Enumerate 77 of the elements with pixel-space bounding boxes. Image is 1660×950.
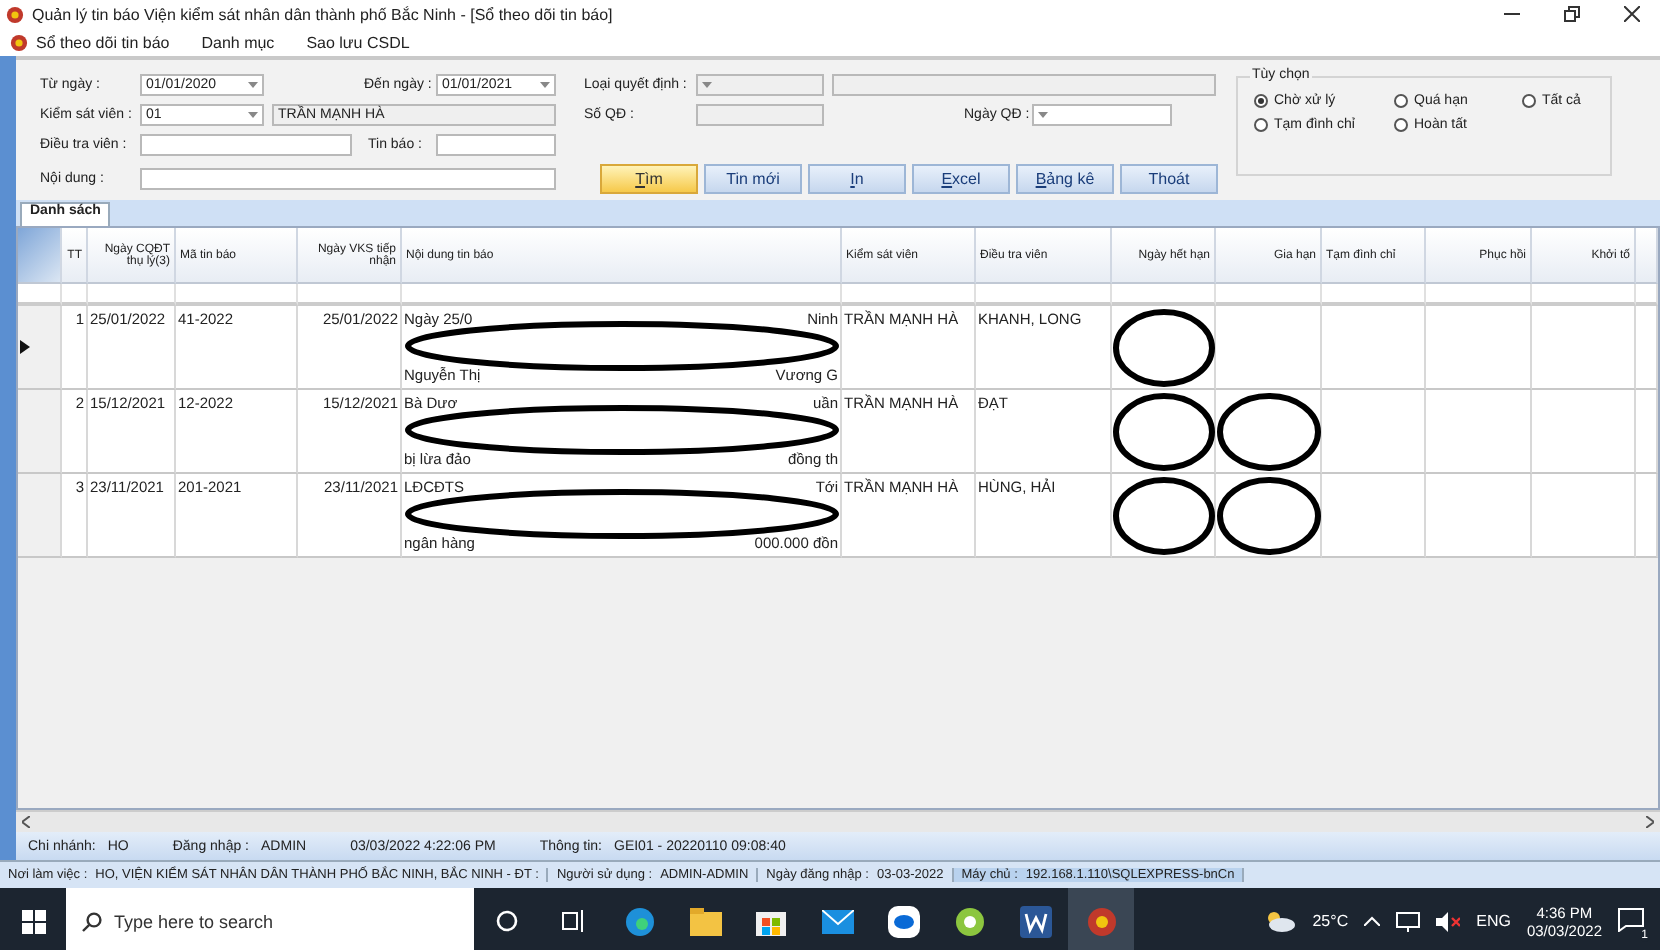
row-header-cell[interactable] xyxy=(18,390,62,474)
mail-icon[interactable] xyxy=(821,909,853,933)
dropdown-caret-icon xyxy=(248,112,258,118)
scroll-left-icon[interactable] xyxy=(22,816,30,828)
filter-cell[interactable] xyxy=(1112,284,1216,306)
input-field[interactable] xyxy=(436,134,556,156)
language-indicator[interactable]: ENG xyxy=(1476,912,1511,930)
chat-app-icon[interactable] xyxy=(887,905,919,937)
ring-app-icon[interactable] xyxy=(953,905,985,937)
table-cell xyxy=(1426,390,1532,474)
filter-cell[interactable] xyxy=(62,284,88,306)
dropdown-caret-icon xyxy=(1038,112,1048,118)
action-button[interactable]: In xyxy=(808,163,906,193)
weather-temperature[interactable]: 25°C xyxy=(1312,912,1349,930)
row-header-cell[interactable] xyxy=(18,474,62,558)
action-button[interactable]: Bảng kê xyxy=(1016,163,1114,193)
filter-cell[interactable] xyxy=(88,284,176,306)
header-cell xyxy=(1636,228,1658,284)
dropdown-field[interactable] xyxy=(696,74,824,96)
windows-start-icon[interactable] xyxy=(21,909,45,933)
table-cell xyxy=(1532,306,1636,390)
filter-cell[interactable] xyxy=(402,284,842,306)
table-cell xyxy=(1636,474,1658,558)
table-cell xyxy=(1532,474,1636,558)
filter-cell[interactable] xyxy=(1532,284,1636,306)
input-field[interactable] xyxy=(696,104,824,126)
window-title: Quản lý tin báo Viện kiểm sát nhân dân thành phố Bắc Ninh - [Sổ theo dõi tin báo] xyxy=(32,5,615,23)
action-button[interactable]: Thoát xyxy=(1120,163,1218,193)
header-corner xyxy=(18,228,62,284)
dropdown-caret-icon xyxy=(248,82,258,88)
filter-cell[interactable] xyxy=(176,284,298,306)
input-field[interactable] xyxy=(140,167,556,189)
dropdown-caret-icon xyxy=(702,82,712,88)
notification-icon[interactable] xyxy=(1618,907,1644,931)
filter-cell[interactable] xyxy=(1216,284,1322,306)
row-header-cell[interactable] xyxy=(18,306,62,390)
store-icon[interactable] xyxy=(756,906,786,936)
taskbar-button[interactable] xyxy=(1068,888,1134,950)
menu-item[interactable]: Sổ theo dõi tin báo xyxy=(36,33,170,51)
scroll-right-icon[interactable] xyxy=(1646,816,1654,828)
filter-cell[interactable] xyxy=(298,284,402,306)
taskbar-search-field[interactable]: Type here to search xyxy=(66,888,474,950)
app-emblem-icon xyxy=(1085,905,1117,937)
table-cell xyxy=(1636,390,1658,474)
filter-cell[interactable] xyxy=(1322,284,1426,306)
menu-item[interactable]: Sao lưu CSDL xyxy=(306,33,410,51)
cloud-icon[interactable] xyxy=(1264,910,1297,932)
dropdown-field[interactable] xyxy=(1032,104,1172,126)
filter-cell[interactable] xyxy=(1426,284,1532,306)
table-cell xyxy=(1532,390,1636,474)
filter-cell[interactable] xyxy=(1636,284,1658,306)
table-cell xyxy=(1426,306,1532,390)
close-icon[interactable] xyxy=(1624,6,1640,22)
action-button[interactable]: Tìm xyxy=(600,163,698,193)
chevron-up-icon[interactable] xyxy=(1364,916,1381,926)
dropdown-caret-icon xyxy=(540,82,550,88)
filter-cell[interactable] xyxy=(976,284,1112,306)
cortana-icon[interactable] xyxy=(496,910,518,932)
menu-item[interactable]: Danh mục xyxy=(201,33,275,51)
input-field[interactable] xyxy=(832,74,1216,96)
action-button[interactable]: Tin mới xyxy=(704,163,802,193)
search-icon xyxy=(82,911,102,931)
speaker-muted-icon[interactable] xyxy=(1436,911,1461,931)
folder-icon[interactable] xyxy=(689,907,721,935)
task-view-icon[interactable] xyxy=(561,910,585,932)
filter-cell[interactable] xyxy=(18,284,62,306)
horizontal-scrollbar[interactable] xyxy=(16,810,1660,832)
action-button[interactable]: Excel xyxy=(912,163,1010,193)
word-icon[interactable] xyxy=(1019,905,1051,937)
filter-cell[interactable] xyxy=(842,284,976,306)
table-cell xyxy=(1636,306,1658,390)
table-cell xyxy=(1426,474,1532,558)
restore-icon[interactable] xyxy=(1564,6,1580,22)
input-field[interactable] xyxy=(140,134,352,156)
browser-icon[interactable] xyxy=(623,905,655,937)
table-cell xyxy=(1322,306,1426,390)
network-icon[interactable] xyxy=(1396,911,1421,931)
